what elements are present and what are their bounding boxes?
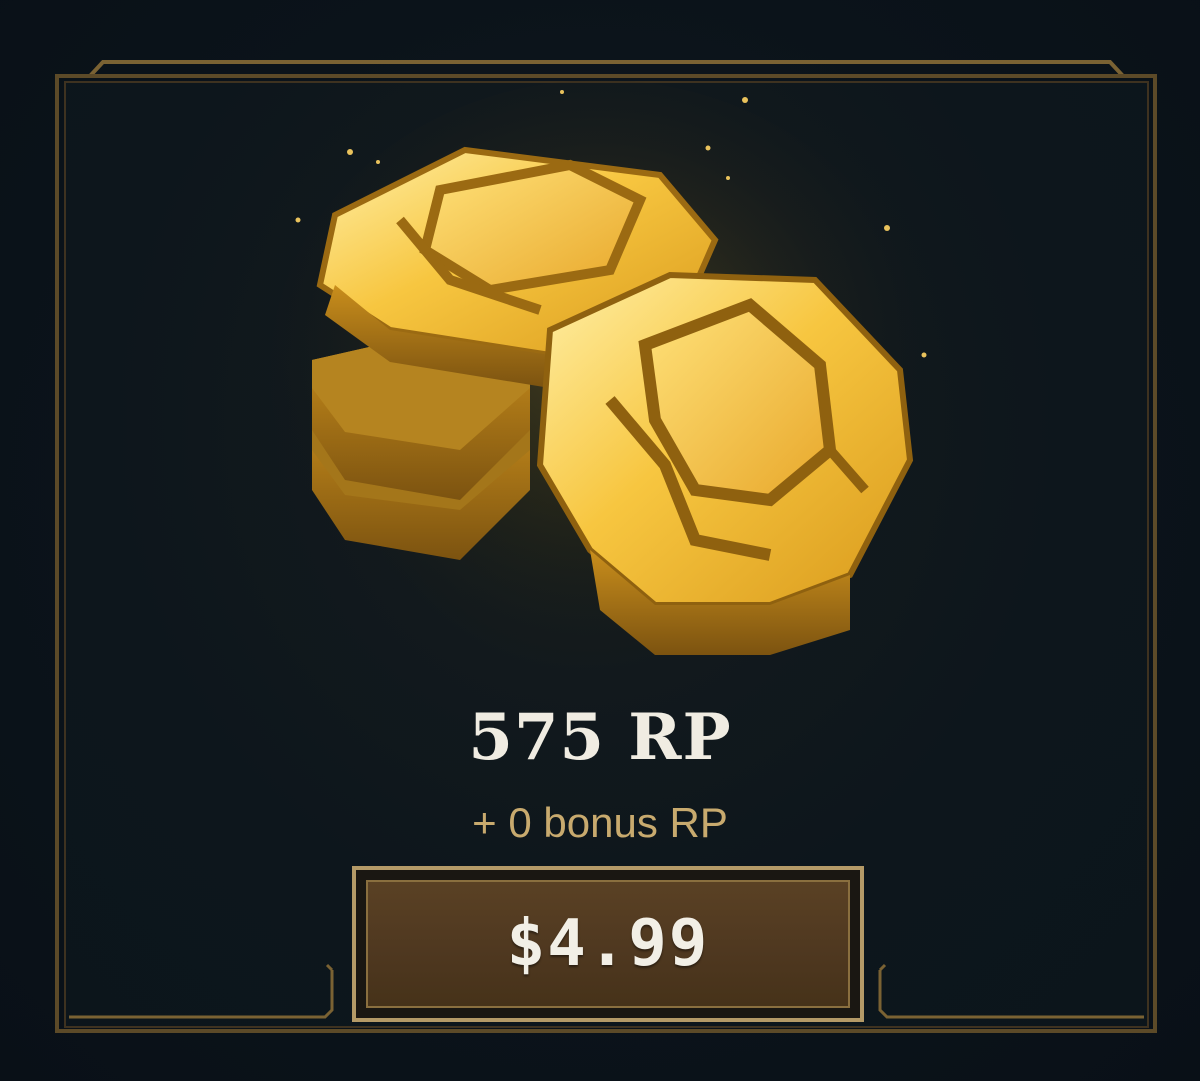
price-label: $4.99 xyxy=(506,907,710,981)
riot-points-coins-icon xyxy=(270,80,930,660)
rp-amount: 575 RP xyxy=(468,700,732,775)
buy-price-button-face[interactable]: $4.99 xyxy=(366,880,850,1008)
bonus-rp-label: + 0 bonus RP xyxy=(472,799,728,846)
buy-price-button[interactable]: $4.99 xyxy=(352,866,864,1022)
